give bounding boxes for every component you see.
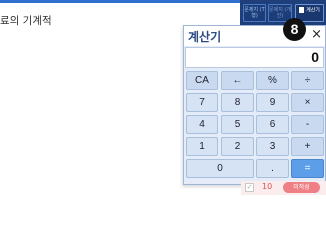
status-badge: 미작성 xyxy=(283,182,320,193)
calculator-window: 계산기 × 0 CA ← % ÷ 7 8 9 × 4 5 6 - 1 2 3 +… xyxy=(183,25,326,185)
key-percent[interactable]: % xyxy=(256,71,289,90)
answer-sheet-t-button[interactable]: 문제지 (T형) xyxy=(243,4,266,22)
top-accent-line xyxy=(0,0,240,3)
question-number: 10 xyxy=(262,182,273,191)
key-plus[interactable]: + xyxy=(291,137,324,156)
key-7[interactable]: 7 xyxy=(186,93,218,112)
key-6[interactable]: 6 xyxy=(256,115,289,134)
key-divide[interactable]: ÷ xyxy=(291,71,324,90)
calculator-display: 0 xyxy=(185,47,324,68)
key-9[interactable]: 9 xyxy=(256,93,289,112)
key-5[interactable]: 5 xyxy=(221,115,254,134)
key-3[interactable]: 3 xyxy=(256,137,289,156)
page: 료의 기계적 문제지 (T형) 문제지 (개인) 계산기 8 계산기 × 0 C… xyxy=(0,0,326,200)
calculator-icon xyxy=(299,7,305,13)
document-text: 료의 기계적 xyxy=(0,15,52,27)
key-1[interactable]: 1 xyxy=(186,137,218,156)
key-backspace[interactable]: ← xyxy=(221,71,254,90)
row-checkbox[interactable]: ✓ xyxy=(245,183,254,192)
key-4[interactable]: 4 xyxy=(186,115,218,134)
close-button[interactable]: × xyxy=(311,27,322,43)
key-minus[interactable]: - xyxy=(291,115,324,134)
calculator-button-label: 계산기 xyxy=(306,7,320,14)
key-0[interactable]: 0 xyxy=(186,159,254,178)
key-clear-all[interactable]: CA xyxy=(186,71,218,90)
calculator-title: 계산기 xyxy=(188,30,222,44)
toolbar: 문제지 (T형) 문제지 (개인) 계산기 xyxy=(240,0,326,25)
step-badge: 8 xyxy=(283,18,306,41)
key-equals[interactable]: = xyxy=(291,159,324,178)
key-8[interactable]: 8 xyxy=(221,93,254,112)
key-2[interactable]: 2 xyxy=(221,137,254,156)
key-multiply[interactable]: × xyxy=(291,93,324,112)
key-decimal[interactable]: . xyxy=(256,159,289,178)
